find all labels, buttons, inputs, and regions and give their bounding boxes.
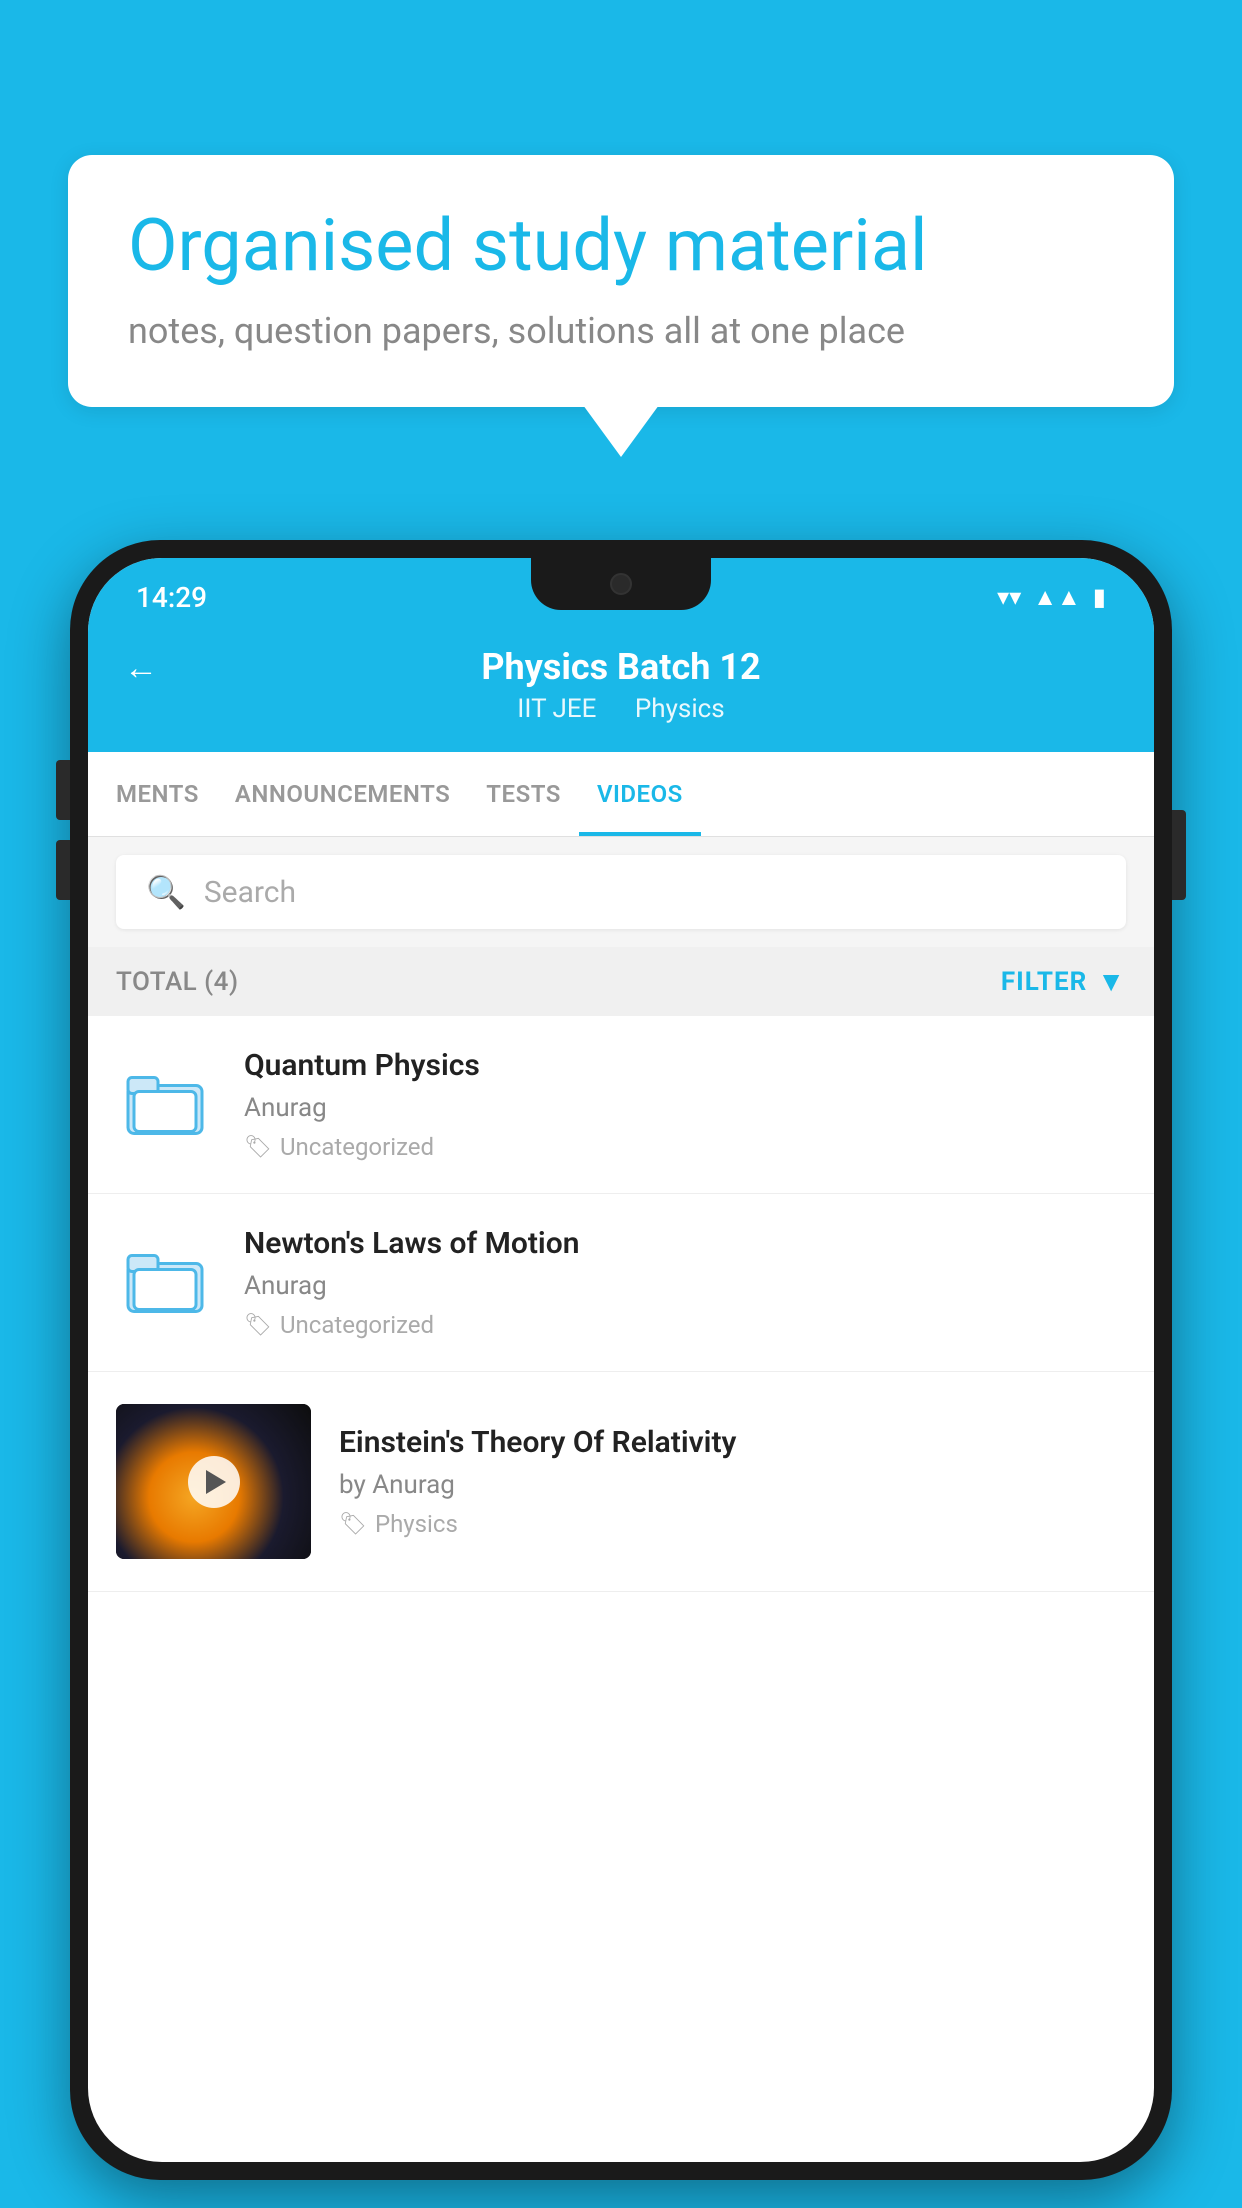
bubble-title: Organised study material xyxy=(128,205,1114,288)
filter-button[interactable]: FILTER ▼ xyxy=(1001,965,1126,998)
tag-label: Physics xyxy=(375,1510,458,1538)
volume-up-button xyxy=(56,760,70,820)
header-title: Physics Batch 12 xyxy=(128,646,1114,688)
search-icon: 🔍 xyxy=(146,873,186,911)
speech-bubble: Organised study material notes, question… xyxy=(68,155,1174,407)
search-placeholder: Search xyxy=(204,875,296,910)
list-item[interactable]: Einstein's Theory Of Relativity by Anura… xyxy=(88,1372,1154,1592)
tag-icon: 🏷 xyxy=(339,1512,367,1537)
play-button[interactable] xyxy=(188,1456,240,1508)
folder-icon xyxy=(126,1243,206,1322)
item-title: Newton's Laws of Motion xyxy=(244,1226,1126,1261)
item-author: Anurag xyxy=(244,1271,1126,1301)
total-label: TOTAL (4) xyxy=(116,967,239,997)
filter-label: FILTER xyxy=(1001,967,1087,997)
phone-screen: 14:29 ▾▾ ▲▲ ▮ ← Physics Batch 12 IIT JEE… xyxy=(88,558,1154,2162)
item-author: Anurag xyxy=(244,1093,1126,1123)
header-subtitle-iitjee: IIT JEE xyxy=(517,694,596,724)
video-list: Quantum Physics Anurag 🏷 Uncategorized xyxy=(88,1016,1154,1592)
list-item[interactable]: Newton's Laws of Motion Anurag 🏷 Uncateg… xyxy=(88,1194,1154,1372)
tag-label: Uncategorized xyxy=(280,1311,434,1339)
status-icons: ▾▾ ▲▲ ▮ xyxy=(997,583,1106,612)
item-info: Quantum Physics Anurag 🏷 Uncategorized xyxy=(244,1048,1126,1161)
folder-icon xyxy=(126,1065,206,1144)
tag-icon: 🏷 xyxy=(244,1135,272,1160)
header-subtitle-physics: Physics xyxy=(635,694,725,724)
tag-icon: 🏷 xyxy=(244,1313,272,1338)
tab-tests[interactable]: TESTS xyxy=(468,752,579,836)
item-video-thumbnail xyxy=(116,1404,311,1559)
back-button[interactable]: ← xyxy=(124,648,158,688)
tab-videos[interactable]: VIDEOS xyxy=(579,752,701,836)
item-title: Einstein's Theory Of Relativity xyxy=(339,1425,1126,1460)
item-tag: 🏷 Uncategorized xyxy=(244,1311,1126,1339)
item-info: Newton's Laws of Motion Anurag 🏷 Uncateg… xyxy=(244,1226,1126,1339)
phone-outer: 14:29 ▾▾ ▲▲ ▮ ← Physics Batch 12 IIT JEE… xyxy=(70,540,1172,2180)
item-info: Einstein's Theory Of Relativity by Anura… xyxy=(339,1425,1126,1538)
item-thumbnail xyxy=(116,1065,216,1144)
volume-down-button xyxy=(56,840,70,900)
list-item[interactable]: Quantum Physics Anurag 🏷 Uncategorized xyxy=(88,1016,1154,1194)
wifi-icon: ▾▾ xyxy=(997,583,1021,611)
item-thumbnail xyxy=(116,1243,216,1322)
filter-bar: TOTAL (4) FILTER ▼ xyxy=(88,947,1154,1016)
tab-announcements[interactable]: ANNOUNCEMENTS xyxy=(217,752,468,836)
signal-icon: ▲▲ xyxy=(1033,583,1081,612)
tabs-bar: MENTS ANNOUNCEMENTS TESTS VIDEOS xyxy=(88,752,1154,837)
phone-container: 14:29 ▾▾ ▲▲ ▮ ← Physics Batch 12 IIT JEE… xyxy=(70,540,1172,2208)
bubble-subtitle: notes, question papers, solutions all at… xyxy=(128,310,1114,352)
app-header: ← Physics Batch 12 IIT JEE Physics xyxy=(88,626,1154,752)
item-author: by Anurag xyxy=(339,1470,1126,1500)
phone-notch xyxy=(531,558,711,610)
tag-label: Uncategorized xyxy=(280,1133,434,1161)
item-tag: 🏷 Physics xyxy=(339,1510,1126,1538)
battery-icon: ▮ xyxy=(1093,583,1106,611)
item-title: Quantum Physics xyxy=(244,1048,1126,1083)
item-tag: 🏷 Uncategorized xyxy=(244,1133,1126,1161)
status-time: 14:29 xyxy=(136,581,207,614)
front-camera xyxy=(610,573,632,595)
play-triangle-icon xyxy=(206,1470,226,1494)
power-button xyxy=(1172,810,1186,900)
filter-funnel-icon: ▼ xyxy=(1097,965,1126,998)
tab-ments[interactable]: MENTS xyxy=(98,752,217,836)
header-subtitle: IIT JEE Physics xyxy=(128,694,1114,724)
search-container: 🔍 Search xyxy=(88,837,1154,947)
search-box[interactable]: 🔍 Search xyxy=(116,855,1126,929)
